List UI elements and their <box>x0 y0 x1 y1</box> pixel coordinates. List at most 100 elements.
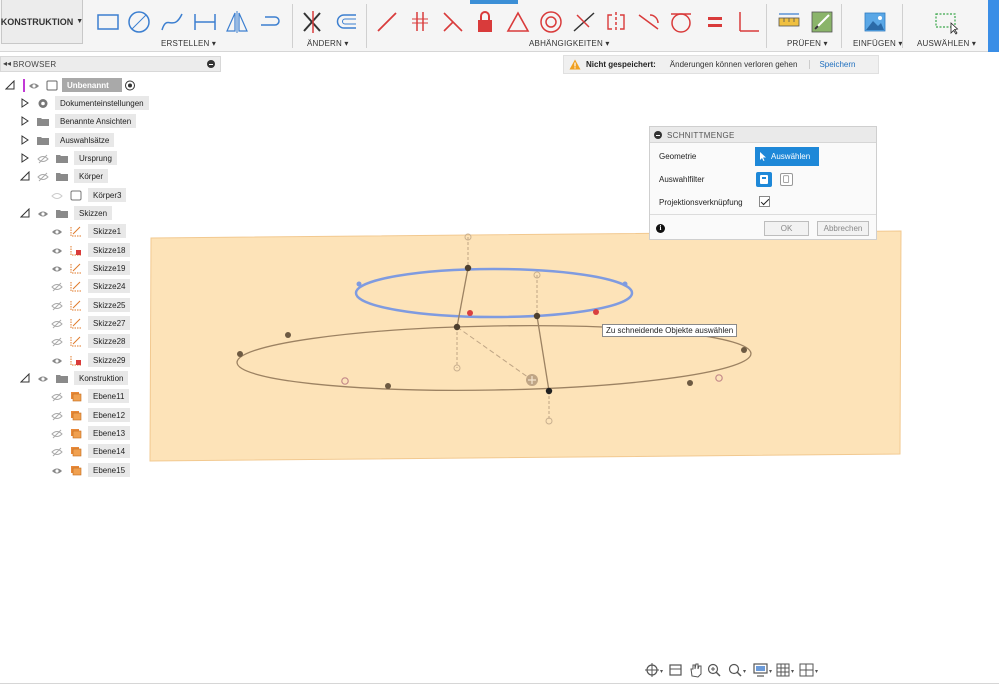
visibility-eye-icon[interactable] <box>37 374 49 384</box>
aendern-menu[interactable]: ÄNDERN ▾ <box>307 39 349 48</box>
collapse-browser-icon[interactable]: ◂◂ <box>3 59 11 68</box>
collapse-triangle-icon[interactable] <box>20 208 30 218</box>
tree-item-construction[interactable]: Konstruktion <box>0 371 220 386</box>
coincident-constraint-icon[interactable] <box>372 7 402 37</box>
equal-triangle-constraint-icon[interactable] <box>503 7 533 37</box>
hidden-eye-icon[interactable] <box>37 172 49 182</box>
hidden-eye-icon[interactable] <box>51 337 63 347</box>
workspace-switcher[interactable]: KONSTRUKTION ▼ <box>1 0 83 44</box>
concentric-constraint-icon[interactable] <box>536 7 566 37</box>
visibility-eye-icon[interactable] <box>51 466 63 476</box>
curvature-constraint-icon[interactable] <box>666 7 696 37</box>
tree-item-plane[interactable]: Ebene15 <box>0 463 220 478</box>
tree-item-named-views[interactable]: Benannte Ansichten <box>0 114 220 129</box>
fillet-tool-icon[interactable] <box>331 7 361 37</box>
hidden-eye-icon[interactable] <box>51 301 63 311</box>
save-link[interactable]: Speichern <box>809 60 855 69</box>
tree-item-origin[interactable]: Ursprung <box>0 151 220 166</box>
pruefen-menu[interactable]: PRÜFEN ▾ <box>787 39 828 48</box>
tree-item-settings[interactable]: Dokumenteinstellungen <box>0 96 220 111</box>
hidden-eye-icon[interactable] <box>51 191 63 201</box>
dialog-collapse-icon[interactable] <box>654 131 662 139</box>
rectangle-tool-icon[interactable] <box>93 7 123 37</box>
perpendicular-constraint-icon[interactable] <box>438 7 468 37</box>
visibility-eye-icon[interactable] <box>51 227 63 237</box>
hidden-eye-icon[interactable] <box>51 319 63 329</box>
visibility-eye-icon[interactable] <box>51 246 63 256</box>
tree-item-plane[interactable]: Ebene12 <box>0 408 220 423</box>
grid-settings-icon[interactable] <box>776 663 790 677</box>
tree-item-sketch[interactable]: Skizze28 <box>0 334 220 349</box>
tree-item-sketch[interactable]: Skizze19 <box>0 261 220 276</box>
pan-hand-icon[interactable] <box>690 663 702 678</box>
visibility-eye-icon[interactable] <box>28 81 40 91</box>
measure-tool-icon[interactable] <box>774 7 804 37</box>
select-geometry-button[interactable]: Auswählen <box>755 147 819 166</box>
orbit-icon[interactable] <box>645 663 659 677</box>
expand-triangle-icon[interactable] <box>20 116 30 126</box>
tree-item-sketch[interactable]: Skizze27 <box>0 316 220 331</box>
tree-item-bodies[interactable]: Körper <box>0 169 220 184</box>
trim-tool-icon[interactable] <box>298 7 328 37</box>
tree-item-plane[interactable]: Ebene13 <box>0 426 220 441</box>
tree-item-body3[interactable]: Körper3 <box>0 188 220 203</box>
hidden-eye-icon[interactable] <box>37 154 49 164</box>
erstellen-menu[interactable]: ERSTELLEN ▾ <box>161 39 216 48</box>
filter-bodies-toggle[interactable] <box>756 172 772 187</box>
viewports-icon[interactable] <box>799 663 814 677</box>
tree-root[interactable]: Unbenannt <box>0 78 220 93</box>
cancel-button[interactable]: Abbrechen <box>817 221 869 236</box>
tree-item-sketch[interactable]: Skizze1 <box>0 224 220 239</box>
hidden-eye-icon[interactable] <box>51 429 63 439</box>
sketch-analysis-icon[interactable] <box>807 7 837 37</box>
einfuegen-menu[interactable]: EINFÜGEN ▾ <box>853 39 903 48</box>
tree-item-plane[interactable]: Ebene11 <box>0 389 220 404</box>
projection-link-checkbox[interactable] <box>759 196 770 207</box>
tree-item-sketch[interactable]: Skizze29 <box>0 353 220 368</box>
expand-triangle-icon[interactable] <box>20 135 30 145</box>
tree-item-sketch[interactable]: Skizze25 <box>0 298 220 313</box>
display-settings-icon[interactable] <box>753 663 768 677</box>
equal-constraint-icon[interactable] <box>700 7 730 37</box>
circle-tool-icon[interactable] <box>124 7 154 37</box>
hidden-eye-icon[interactable] <box>51 392 63 402</box>
expand-triangle-icon[interactable] <box>20 98 30 108</box>
hidden-eye-icon[interactable] <box>51 411 63 421</box>
tree-item-plane[interactable]: Ebene14 <box>0 444 220 459</box>
midpoint-constraint-icon[interactable] <box>569 7 599 37</box>
zoom-icon[interactable] <box>707 663 721 677</box>
expand-triangle-icon[interactable] <box>20 153 30 163</box>
visibility-eye-icon[interactable] <box>51 356 63 366</box>
window-select-icon[interactable] <box>931 7 961 37</box>
insert-image-icon[interactable] <box>860 7 890 37</box>
tree-item-sketches[interactable]: Skizzen <box>0 206 220 221</box>
zoom-window-icon[interactable] <box>728 663 742 677</box>
tree-item-sketch[interactable]: Skizze24 <box>0 279 220 294</box>
abhaengigkeiten-menu[interactable]: ABHÄNGIGKEITEN ▾ <box>529 39 610 48</box>
info-icon[interactable]: i <box>656 224 665 233</box>
activate-radio-icon[interactable] <box>124 80 136 91</box>
look-at-icon[interactable] <box>669 664 682 676</box>
dimension-tool-icon[interactable] <box>190 7 220 37</box>
collapse-triangle-icon[interactable] <box>20 171 30 181</box>
horizontal-vertical-constraint-icon[interactable] <box>733 7 763 37</box>
hidden-eye-icon[interactable] <box>51 447 63 457</box>
hidden-eye-icon[interactable] <box>51 282 63 292</box>
collapse-triangle-icon[interactable] <box>5 80 15 90</box>
filter-components-toggle[interactable] <box>780 173 793 186</box>
tree-item-selection-sets[interactable]: Auswahlsätze <box>0 133 220 148</box>
visibility-eye-icon[interactable] <box>51 264 63 274</box>
ok-button[interactable]: OK <box>764 221 809 236</box>
spline-tool-icon[interactable] <box>157 7 187 37</box>
dialog-header[interactable]: SCHNITTMENGE <box>650 127 876 143</box>
fix-constraint-icon[interactable] <box>470 7 500 37</box>
parallel-constraint-icon[interactable] <box>405 7 435 37</box>
offset-tool-icon[interactable] <box>255 7 285 37</box>
auswaehlen-menu[interactable]: AUSWÄHLEN ▾ <box>917 39 976 48</box>
mirror-tool-icon[interactable] <box>222 7 252 37</box>
browser-minimize-icon[interactable] <box>207 60 215 68</box>
visibility-eye-icon[interactable] <box>37 209 49 219</box>
collapse-triangle-icon[interactable] <box>20 373 30 383</box>
tangent-constraint-icon[interactable] <box>634 7 664 37</box>
tree-item-sketch[interactable]: Skizze18 <box>0 243 220 258</box>
